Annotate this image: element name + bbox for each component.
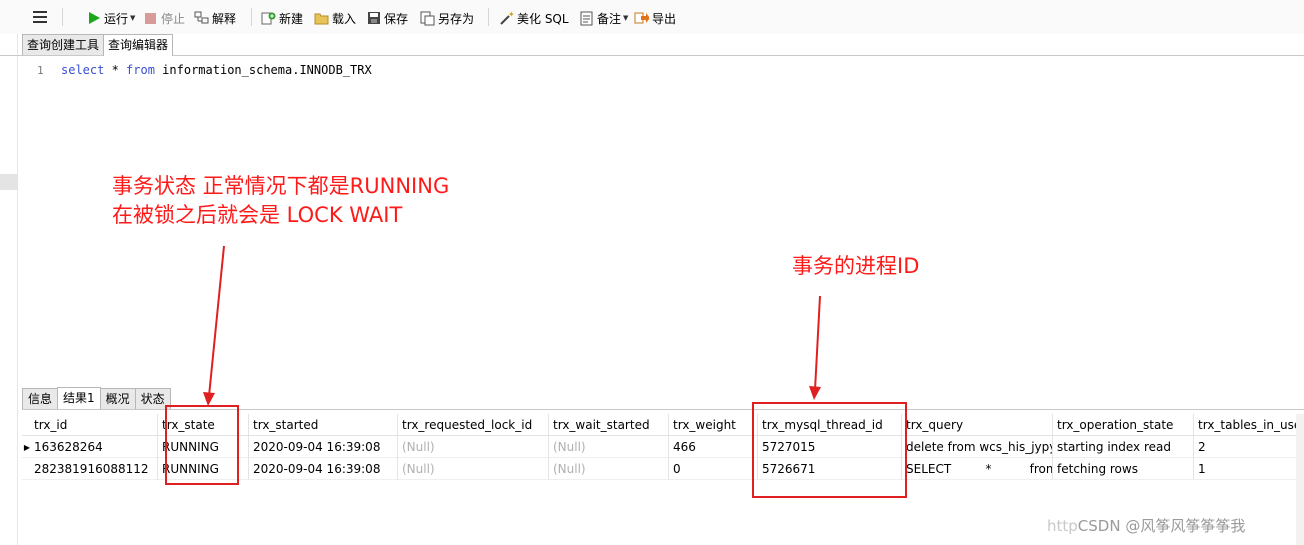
tab-result-1[interactable]: 结果1 (57, 387, 101, 409)
arrow-to-trx-state (208, 245, 225, 397)
arrowhead-thread-id (809, 386, 821, 400)
arrow-to-thread-id (814, 295, 821, 391)
tab-query-editor[interactable]: 查询编辑器 (103, 34, 174, 56)
watermark-faint: http (1047, 517, 1078, 535)
csdn-watermark: httpCSDN @风筝风筝筝筝我 (1047, 515, 1245, 536)
annotation-arrows (203, 245, 821, 406)
watermark-label: CSDN @风筝风筝筝筝我 (1077, 517, 1246, 535)
arrowhead-trx-state (203, 392, 215, 406)
